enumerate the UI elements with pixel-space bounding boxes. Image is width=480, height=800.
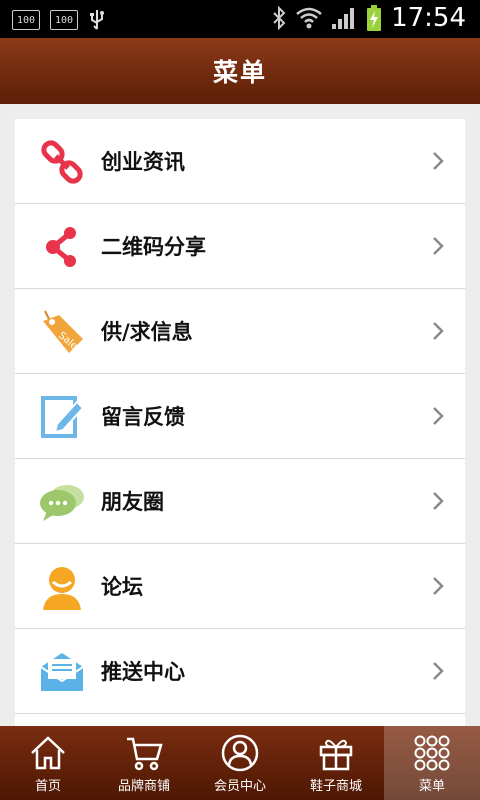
menu-item-startup-news[interactable]: 创业资讯 (15, 119, 465, 204)
tab-label: 菜单 (418, 779, 445, 794)
person-icon (43, 567, 81, 610)
chevron-right-icon (433, 662, 444, 680)
menu-item-label: 推送中心 (101, 660, 185, 684)
menu-item-label: 供/求信息 (101, 320, 193, 344)
gift-icon (319, 739, 353, 771)
chevron-right-icon (433, 237, 444, 255)
menu-item-forum[interactable]: 论坛 (15, 544, 465, 629)
tab-label: 品牌商铺 (117, 779, 170, 794)
tab-member-center[interactable]: 会员中心 (192, 726, 288, 800)
menu-item-push-center[interactable]: 推送中心 (15, 629, 465, 714)
status-right: 17:54 (271, 3, 466, 33)
home-icon (31, 736, 65, 770)
status-bar: 100 100 17:54 (0, 0, 480, 38)
chevron-right-icon (433, 322, 444, 340)
menu-item-label: 论坛 (101, 575, 143, 599)
tab-label: 会员中心 (213, 779, 266, 794)
status-left: 100 100 (12, 9, 106, 31)
menu-item-moments[interactable]: 朋友圈 (15, 459, 465, 544)
chat-bubbles-icon (40, 485, 84, 521)
menu-item-label: 朋友圈 (101, 490, 164, 514)
link-icon (41, 140, 83, 184)
bottom-tab-bar: 首页 品牌商铺 会员中心 鞋子商城 菜单 (0, 726, 480, 800)
cart-icon (127, 737, 163, 771)
edit-note-icon (41, 396, 85, 438)
status-clock: 17:54 (391, 3, 466, 33)
wifi-icon (296, 7, 322, 29)
sale-tag-icon: Sale (43, 310, 83, 353)
tab-brand-shops[interactable]: 品牌商铺 (96, 726, 192, 800)
grid-icon (414, 735, 450, 771)
chevron-right-icon (433, 407, 444, 425)
menu-item-supply-demand[interactable]: Sale 供/求信息 (15, 289, 465, 374)
menu-item-label: 留言反馈 (101, 405, 185, 429)
signal-icon (332, 8, 355, 29)
page-title: 菜单 (212, 58, 267, 87)
status-badge: 100 (12, 10, 40, 30)
bluetooth-icon (273, 6, 286, 30)
mail-icon (40, 653, 84, 691)
chevron-right-icon (433, 577, 444, 595)
chevron-right-icon (433, 492, 444, 510)
member-icon (221, 734, 259, 772)
tab-label: 首页 (34, 779, 61, 794)
share-icon (46, 227, 76, 267)
menu-list: 创业资讯 二维码分享 Sale 供/求信息 留言反馈 朋友圈 论坛 推送中心 (15, 119, 465, 739)
tab-label: 鞋子商城 (309, 779, 362, 794)
usb-icon (90, 10, 104, 30)
tab-home[interactable]: 首页 (0, 726, 96, 800)
menu-item-label: 创业资讯 (101, 150, 185, 174)
title-bar: 菜单 (0, 38, 480, 104)
chevron-right-icon (433, 152, 444, 170)
status-badge: 100 (50, 10, 78, 30)
menu-item-qr-share[interactable]: 二维码分享 (15, 204, 465, 289)
battery-icon (367, 5, 382, 31)
tab-shoe-mall[interactable]: 鞋子商城 (288, 726, 384, 800)
tab-menu[interactable]: 菜单 (384, 726, 480, 800)
menu-item-label: 二维码分享 (101, 235, 206, 259)
menu-item-feedback[interactable]: 留言反馈 (15, 374, 465, 459)
